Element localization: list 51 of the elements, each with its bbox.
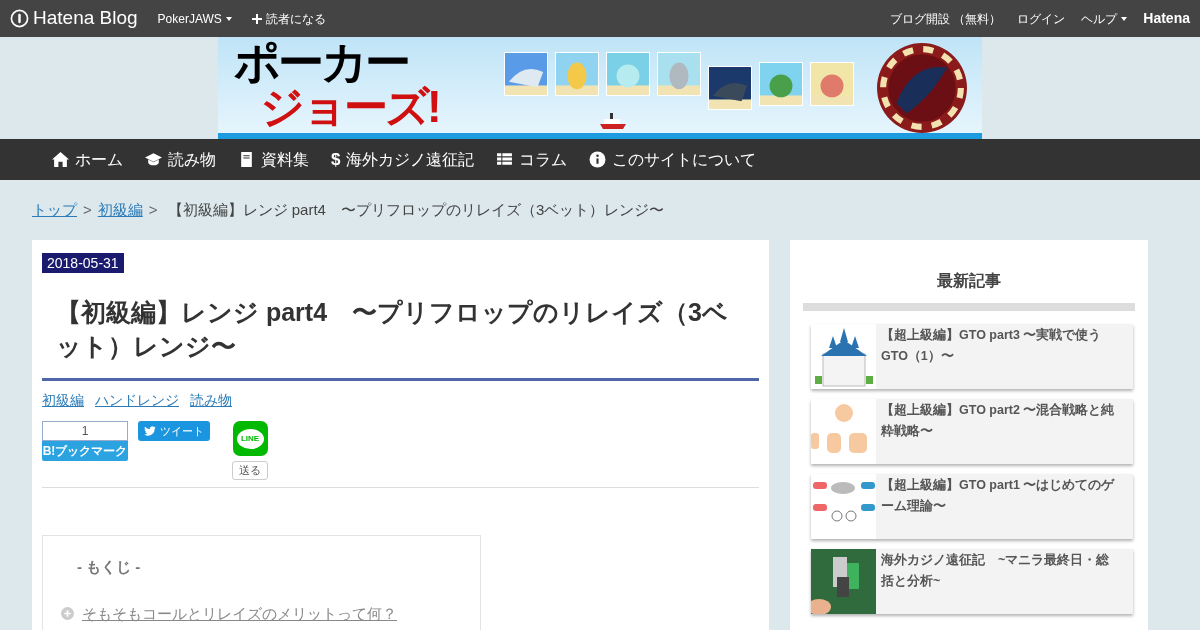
toc-title: - もくじ - [76, 557, 142, 577]
ship-icon [598, 111, 628, 131]
breadcrumb-separator: > [83, 199, 92, 220]
send-button[interactable]: 送る [232, 461, 268, 480]
recent-post-card[interactable]: 【超上級編】GTO part3 〜実戦で使うGTO（1）〜 [811, 324, 1133, 389]
pen-logo-icon [10, 9, 29, 28]
bird-icon [144, 426, 156, 436]
toc-link[interactable]: そもそもコールとリレイズのメリットって何？ [82, 602, 397, 625]
brand-link[interactable]: Hatena Blog [10, 4, 138, 33]
sidebar-title: 最新記事 [803, 269, 1135, 311]
breadcrumb-link[interactable]: 初級編 [97, 198, 143, 222]
nav-link[interactable]: 読み物 [145, 147, 216, 172]
nav-link[interactable]: $ 海外カジノ遠征記 [331, 147, 475, 172]
nav-link[interactable]: ホーム [52, 147, 123, 172]
nav-link[interactable]: コラム [496, 147, 568, 172]
plus-circle-icon [61, 607, 74, 621]
logo-bottom-text: ジョーズ! [260, 85, 440, 129]
info-icon [589, 151, 607, 168]
caret-icon [225, 16, 232, 21]
breadcrumb-link[interactable]: トップ [32, 198, 77, 222]
category-link[interactable]: 読み物 [190, 390, 232, 411]
blog-menu[interactable]: PokerJAWS [157, 9, 232, 28]
recent-post-card[interactable]: 海外カジノ遠征記 ~マニラ最終日・総括と分析~ [811, 549, 1133, 614]
recent-post-card[interactable]: 【超上級編】GTO part2 〜混合戦略と純粋戦略〜 [811, 399, 1133, 464]
date-label: 2018-05-31 [42, 253, 124, 273]
post-title: 【超上級編】GTO part2 〜混合戦略と純粋戦略〜 [880, 402, 1116, 440]
post-title: 海外カジノ遠征記 ~マニラ最終日・総括と分析~ [880, 552, 1111, 590]
post-title: 【超上級編】GTO part3 〜実戦で使うGTO（1）〜 [880, 326, 1103, 365]
topbar-link[interactable]: ログイン [1017, 9, 1066, 28]
logo-top-text: ポーカー [234, 39, 408, 85]
category-link[interactable]: 初級編 [42, 390, 84, 411]
bookmark-count: 1 [42, 421, 128, 441]
post-title: 【超上級編】GTO part1 〜はじめてのゲーム理論〜 [880, 477, 1116, 515]
table-icon [496, 151, 514, 168]
hatena-link[interactable]: Hatena [1143, 8, 1190, 29]
article-title: 【初級編】レンジ part4 〜プリフロップのリレイズ（3ベット）レンジ〜 [42, 275, 759, 381]
plus-icon [251, 13, 262, 24]
topbar-link[interactable]: ヘルプ [1081, 9, 1128, 28]
graduation-cap-icon [145, 151, 162, 168]
nav-link[interactable]: このサイトについて [589, 147, 757, 172]
breadcrumb-separator: > [148, 199, 158, 220]
category-link[interactable]: ハンドレンジ [95, 390, 179, 411]
topbar-link[interactable]: ブログ開設 （無料） [889, 9, 1002, 28]
book-icon [238, 151, 255, 168]
dollar-icon: $ [331, 151, 341, 168]
home-icon [52, 151, 69, 168]
nav-link[interactable]: 資料集 [238, 147, 309, 172]
subscribe-link[interactable]: 読者になる [251, 9, 326, 28]
breadcrumb-current: 【初級編】レンジ part4 〜プリフロップのリレイズ（3ベット）レンジ〜 [167, 199, 665, 220]
recent-post-card[interactable]: 【超上級編】GTO part1 〜はじめてのゲーム理論〜 [811, 474, 1133, 539]
caret-icon [1121, 16, 1128, 21]
